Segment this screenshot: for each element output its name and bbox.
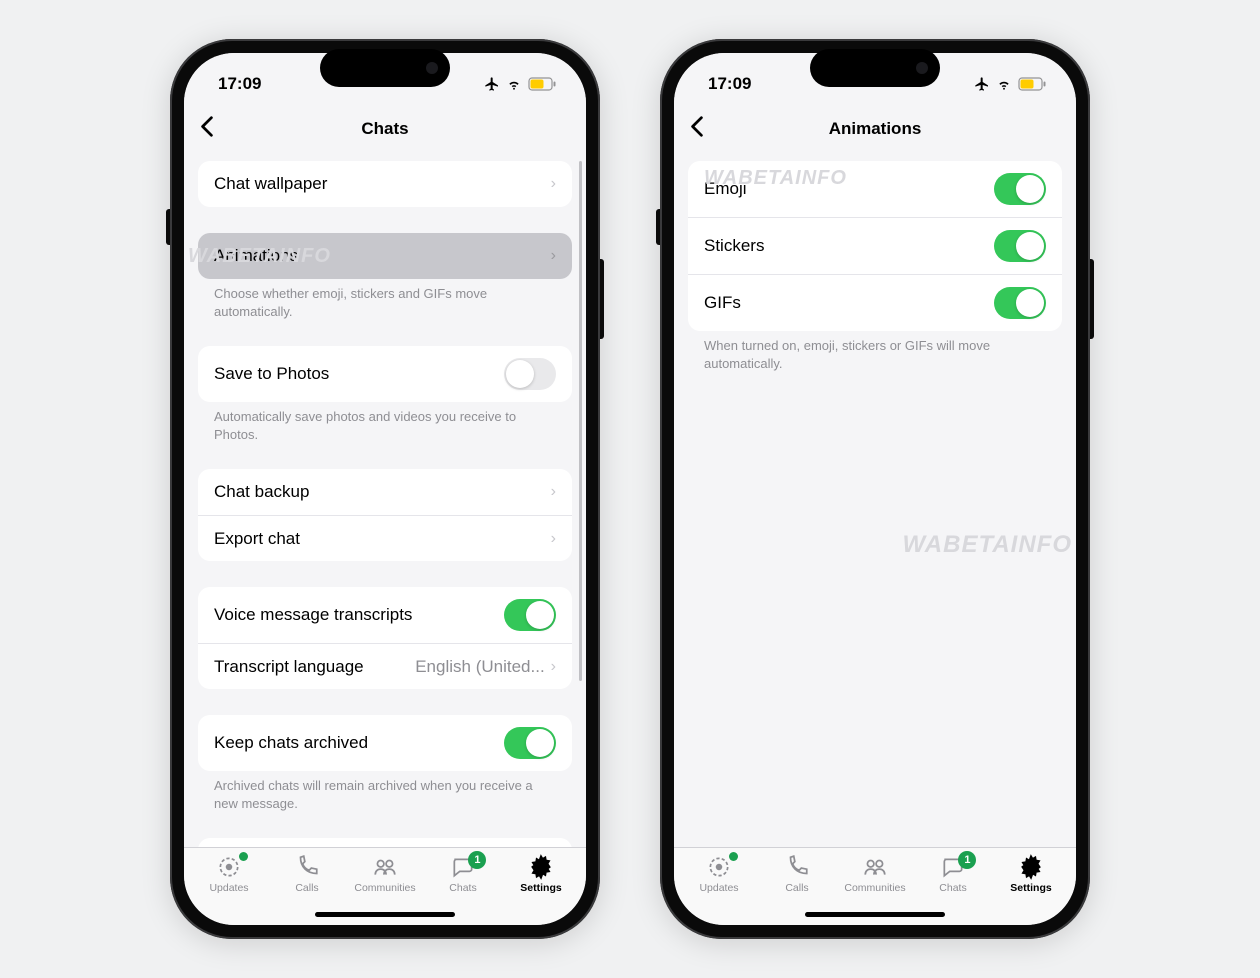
- row-label: Voice message transcripts: [214, 605, 412, 625]
- screen-animations-settings: 17:09 Animations WABETAINFO WABETAIN: [674, 53, 1076, 925]
- page-title: Chats: [361, 119, 408, 139]
- tab-chats[interactable]: 1 Chats: [424, 854, 502, 894]
- badge-dot: [239, 852, 248, 861]
- communities-icon: [862, 854, 888, 880]
- row-label: Animations: [214, 246, 298, 266]
- tab-label: Chats: [449, 882, 476, 894]
- row-label: Emoji: [704, 179, 747, 199]
- row-export-chat[interactable]: Export chat ›: [198, 515, 572, 561]
- row-label: Chat backup: [214, 482, 309, 502]
- row-transcript-language[interactable]: Transcript language English (United... ›: [198, 643, 572, 689]
- toggle-stickers[interactable]: [994, 230, 1046, 262]
- tab-label: Chats: [939, 882, 966, 894]
- tab-communities[interactable]: Communities: [346, 854, 424, 894]
- row-move-to-android[interactable]: Move chats to Android: [198, 838, 572, 847]
- back-button[interactable]: [690, 114, 704, 145]
- row-save-to-photos[interactable]: Save to Photos: [198, 346, 572, 402]
- tab-label: Settings: [1010, 882, 1051, 894]
- tab-updates[interactable]: Updates: [190, 854, 268, 894]
- footnote-save-photos: Automatically save photos and videos you…: [198, 402, 572, 443]
- chevron-right-icon: ›: [551, 530, 556, 548]
- toggle-keep-archived[interactable]: [504, 727, 556, 759]
- footnote-animations-detail: When turned on, emoji, stickers or GIFs …: [688, 331, 1062, 372]
- phone-frame-right: 17:09 Animations WABETAINFO WABETAIN: [660, 39, 1090, 939]
- tab-settings[interactable]: Settings: [502, 854, 580, 894]
- chevron-right-icon: ›: [551, 175, 556, 193]
- row-value: English (United...: [415, 657, 544, 677]
- row-chat-backup[interactable]: Chat backup ›: [198, 469, 572, 515]
- tab-label: Communities: [844, 882, 905, 894]
- tab-settings[interactable]: Settings: [992, 854, 1070, 894]
- footnote-archive: Archived chats will remain archived when…: [198, 771, 572, 812]
- back-button[interactable]: [200, 114, 214, 145]
- badge-dot: [729, 852, 738, 861]
- chevron-right-icon: ›: [551, 247, 556, 265]
- row-label: Stickers: [704, 236, 764, 256]
- chevron-right-icon: ›: [551, 483, 556, 501]
- dynamic-island: [320, 49, 450, 87]
- gear-icon: [1018, 854, 1044, 880]
- toggle-emoji[interactable]: [994, 173, 1046, 205]
- status-time: 17:09: [218, 74, 261, 94]
- toggle-voice-transcripts[interactable]: [504, 599, 556, 631]
- row-stickers[interactable]: Stickers: [688, 217, 1062, 274]
- footnote-animations: Choose whether emoji, stickers and GIFs …: [198, 279, 572, 320]
- gear-icon: [528, 854, 554, 880]
- toggle-gifs[interactable]: [994, 287, 1046, 319]
- tab-chats[interactable]: 1 Chats: [914, 854, 992, 894]
- tab-label: Updates: [699, 882, 738, 894]
- airplane-icon: [484, 76, 500, 92]
- row-label: Chat wallpaper: [214, 174, 327, 194]
- tab-communities[interactable]: Communities: [836, 854, 914, 894]
- tab-label: Calls: [295, 882, 318, 894]
- toggle-save-to-photos[interactable]: [504, 358, 556, 390]
- screen-chats-settings: 17:09 Chats: [184, 53, 586, 925]
- chevron-right-icon: ›: [551, 658, 556, 676]
- tab-label: Calls: [785, 882, 808, 894]
- battery-icon: [528, 77, 556, 91]
- row-animations[interactable]: Animations ›: [198, 233, 572, 279]
- updates-icon: [706, 854, 732, 880]
- badge-count: 1: [958, 851, 976, 869]
- tab-bar: Updates Calls Communities 1 Chats Settin…: [674, 847, 1076, 925]
- scroll-indicator[interactable]: [579, 161, 582, 681]
- settings-content[interactable]: WABETAINFO WABETAINFO Emoji Stickers GIF…: [674, 151, 1076, 847]
- watermark-text: WABETAINFO: [902, 531, 1072, 559]
- row-label: Export chat: [214, 529, 300, 549]
- tab-calls[interactable]: Calls: [758, 854, 836, 894]
- phone-icon: [294, 854, 320, 880]
- home-indicator[interactable]: [805, 912, 945, 917]
- tab-label: Updates: [209, 882, 248, 894]
- wifi-icon: [505, 77, 523, 91]
- page-title: Animations: [829, 119, 922, 139]
- dynamic-island: [810, 49, 940, 87]
- nav-header: Chats: [184, 107, 586, 151]
- phone-frame-left: 17:09 Chats: [170, 39, 600, 939]
- tab-calls[interactable]: Calls: [268, 854, 346, 894]
- communities-icon: [372, 854, 398, 880]
- tab-bar: Updates Calls Communities 1 Chats Settin…: [184, 847, 586, 925]
- status-time: 17:09: [708, 74, 751, 94]
- nav-header: Animations: [674, 107, 1076, 151]
- updates-icon: [216, 854, 242, 880]
- tab-label: Settings: [520, 882, 561, 894]
- battery-icon: [1018, 77, 1046, 91]
- badge-count: 1: [468, 851, 486, 869]
- row-gifs[interactable]: GIFs: [688, 274, 1062, 331]
- row-keep-archived[interactable]: Keep chats archived: [198, 715, 572, 771]
- row-chat-wallpaper[interactable]: Chat wallpaper ›: [198, 161, 572, 207]
- phone-icon: [784, 854, 810, 880]
- tab-updates[interactable]: Updates: [680, 854, 758, 894]
- row-label: Keep chats archived: [214, 733, 368, 753]
- home-indicator[interactable]: [315, 912, 455, 917]
- row-emoji[interactable]: Emoji: [688, 161, 1062, 217]
- row-voice-transcripts[interactable]: Voice message transcripts: [198, 587, 572, 643]
- row-label: Save to Photos: [214, 364, 329, 384]
- airplane-icon: [974, 76, 990, 92]
- settings-content[interactable]: Chat wallpaper › WABETAINFO Animations ›…: [184, 151, 586, 847]
- row-label: Transcript language: [214, 657, 364, 677]
- row-label: GIFs: [704, 293, 741, 313]
- wifi-icon: [995, 77, 1013, 91]
- tab-label: Communities: [354, 882, 415, 894]
